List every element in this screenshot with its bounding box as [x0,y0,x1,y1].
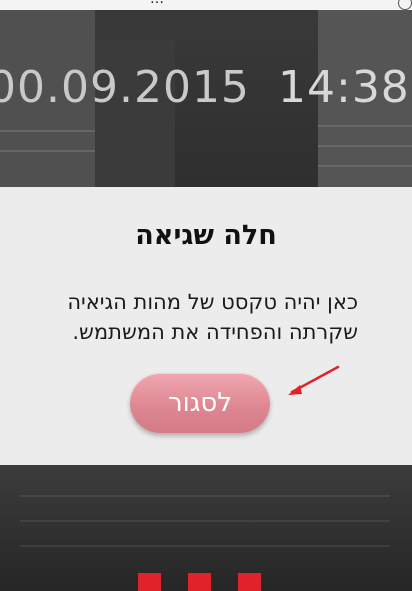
dialog-message: כאן יהיה טקסט של מהות הגיאיה שקרתה והפחי… [38,287,358,347]
window-stripe [0,150,95,152]
status-bar: … [0,0,412,10]
red-tile[interactable] [138,573,161,591]
dialog-title: חלה שגיאה [135,220,277,251]
date-display: 00.09.2015 [0,62,250,113]
window-stripe [318,125,412,127]
window-stripe [20,545,390,547]
status-circle-icon [398,0,412,10]
dialog-message-line: כאן יהיה טקסט של מהות הגיאיה [67,290,358,314]
close-button[interactable]: לסגור [130,373,270,433]
dialog-message-line: שקרתה והפחידה את המשתמש. [72,320,358,344]
red-tile[interactable] [238,573,261,591]
window-stripe [0,130,95,132]
arrow-annotation-icon [288,365,340,395]
window-stripe [318,145,412,147]
window-stripe [20,520,390,522]
time-display: 14:38 [278,62,410,113]
window-stripe [20,495,390,497]
status-bar-text: … [150,0,164,7]
window-stripe [318,165,412,167]
red-tile[interactable] [188,573,211,591]
